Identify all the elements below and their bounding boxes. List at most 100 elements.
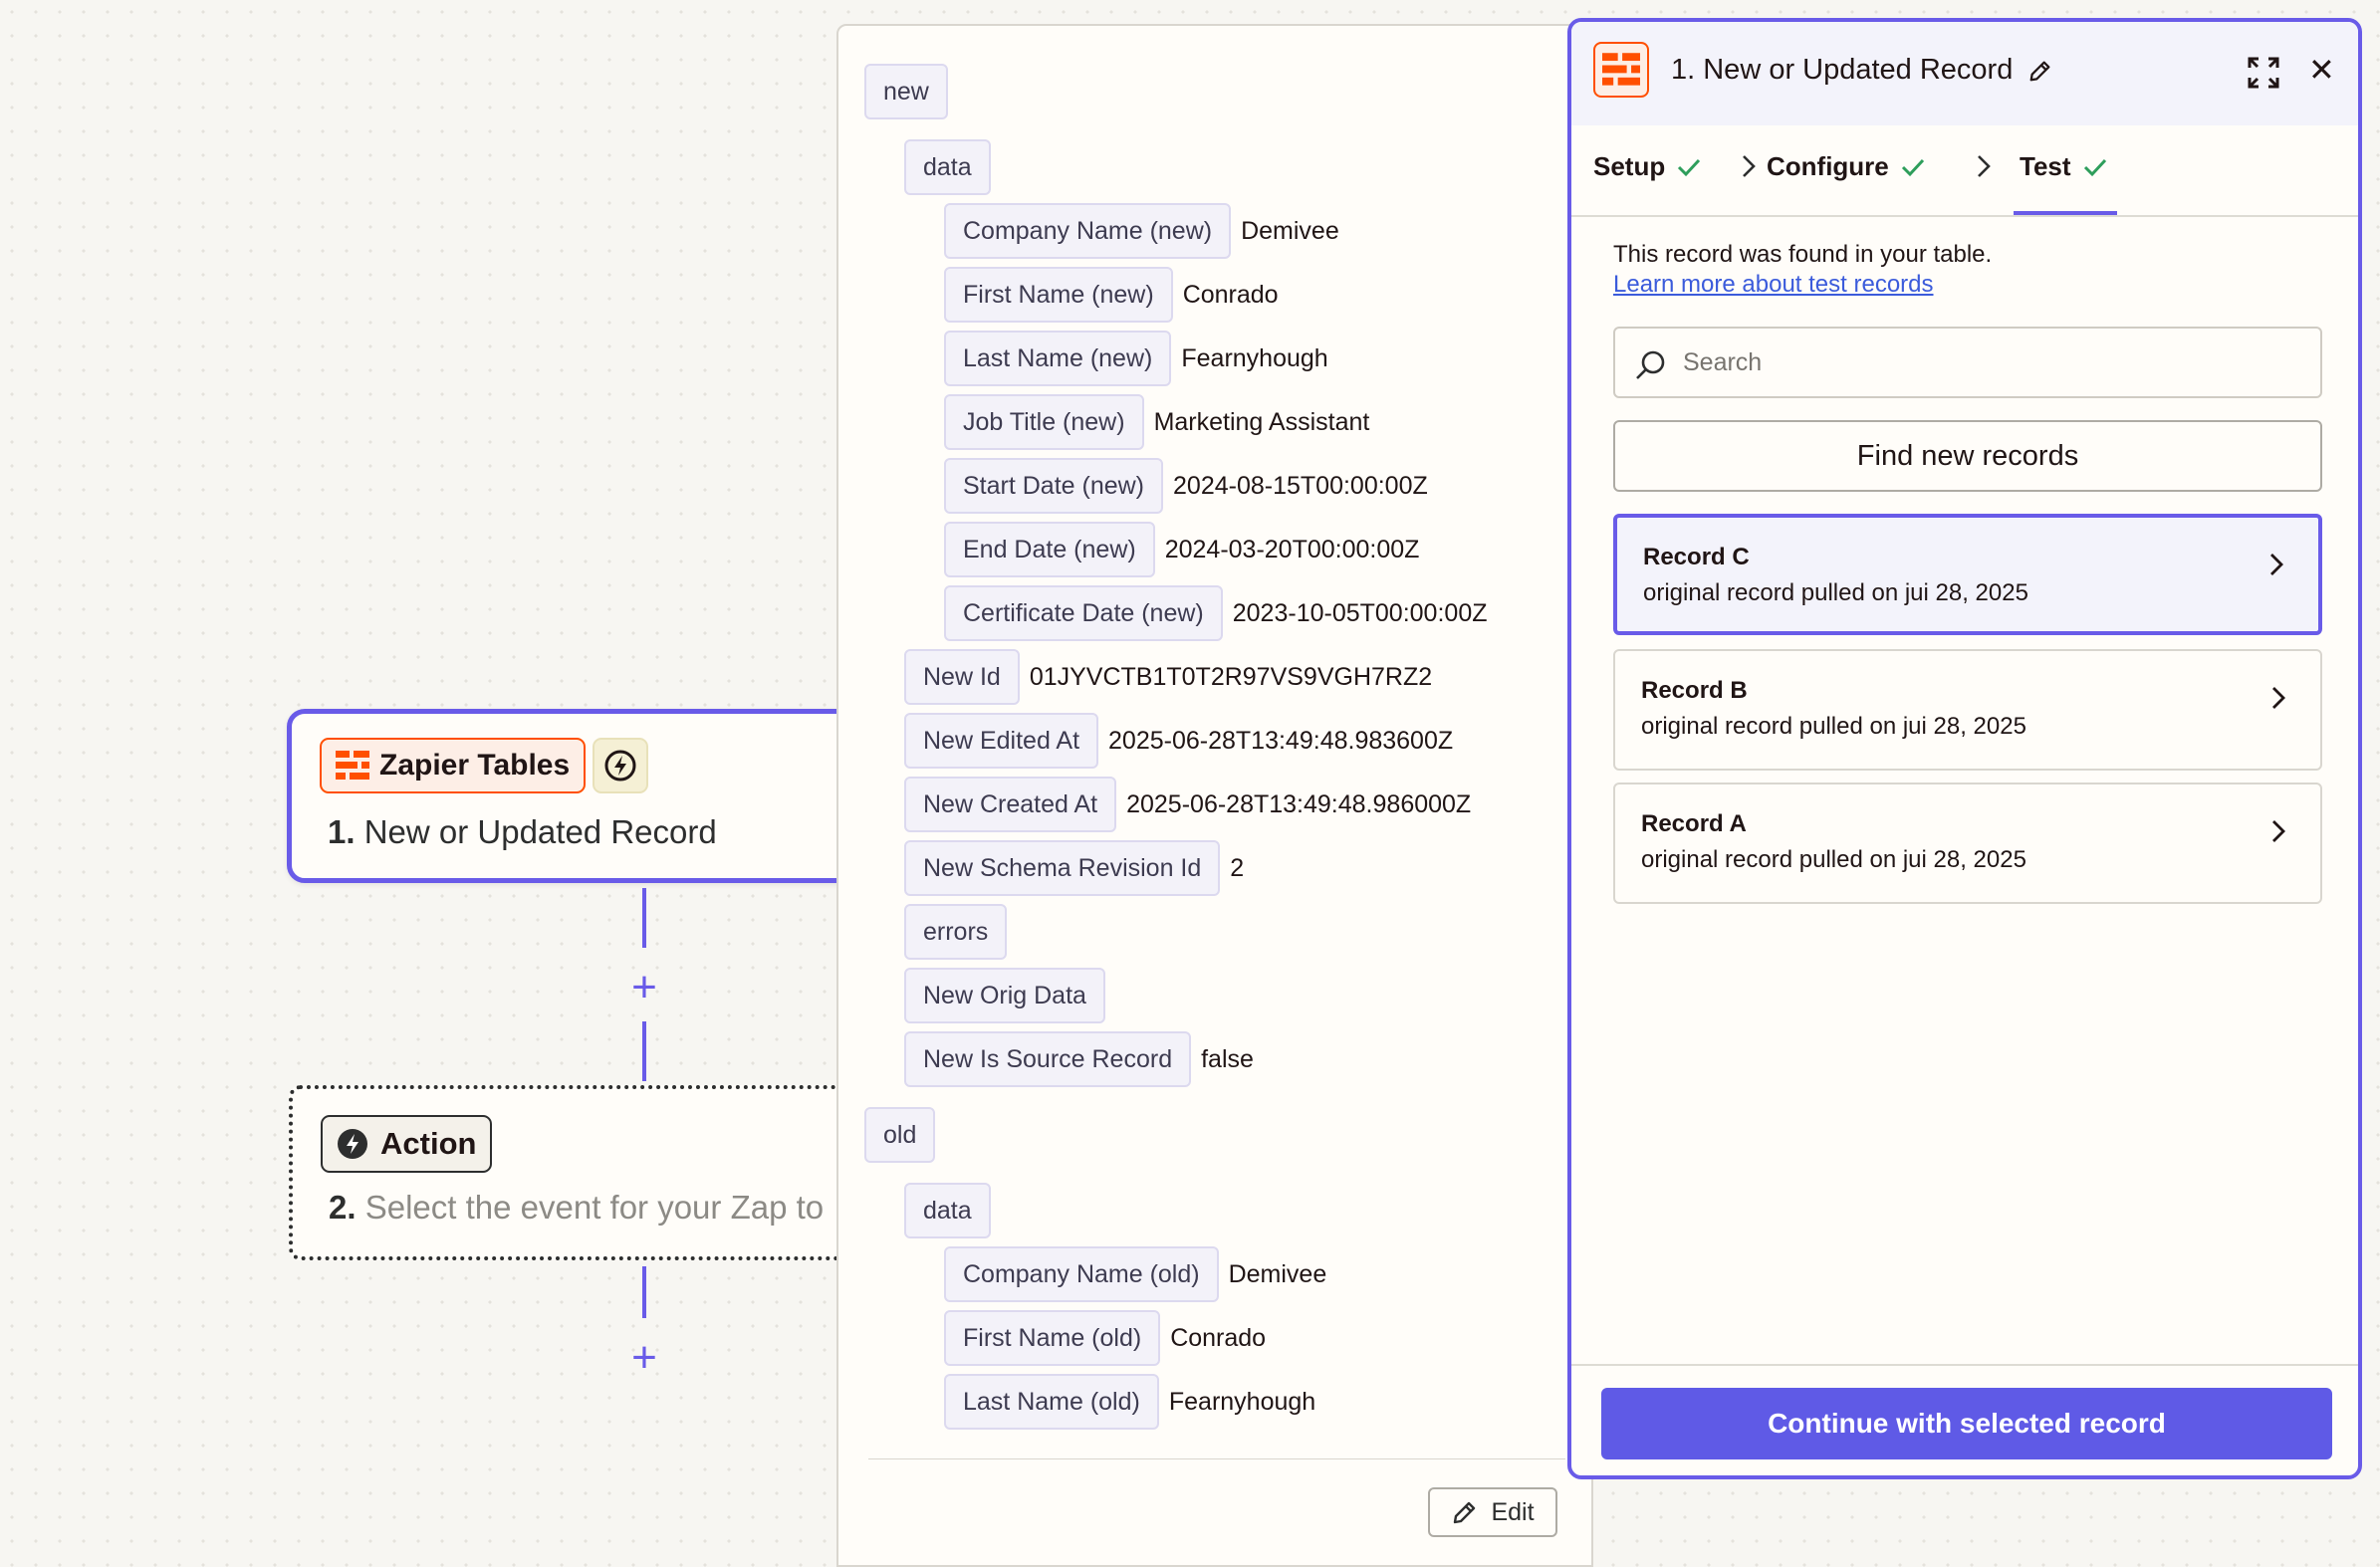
action-chip-label: Action xyxy=(380,1126,477,1161)
panel-header: 1. New or Updated Record ✕ xyxy=(1571,22,2358,125)
chevron-right-icon xyxy=(2272,820,2285,842)
find-new-records-button[interactable]: Find new records xyxy=(1613,420,2322,492)
field-value: Demivee xyxy=(1228,1259,1327,1288)
tab-setup[interactable]: Setup xyxy=(1593,151,1701,182)
tree-key: old xyxy=(864,1107,936,1163)
app-name: Zapier Tables xyxy=(379,749,571,782)
close-icon[interactable]: ✕ xyxy=(2308,54,2335,86)
zapier-tables-logo-icon xyxy=(336,751,369,780)
field-key: Company Name (new) xyxy=(944,203,1232,259)
record-name: Record C xyxy=(1643,544,1750,570)
tree-field[interactable]: Job Title (new) Marketing Assistant xyxy=(944,394,1369,450)
tree-node[interactable]: data xyxy=(904,139,991,195)
field-value: 2025-06-28T13:49:48.986000Z xyxy=(1126,789,1472,818)
action-chip: Action xyxy=(321,1115,493,1173)
tree-node[interactable]: old xyxy=(864,1107,936,1163)
tree-node[interactable]: new xyxy=(864,64,948,119)
tree-field[interactable]: New Edited At 2025-06-28T13:49:48.983600… xyxy=(904,713,1453,769)
search-field[interactable] xyxy=(1613,327,2322,398)
field-key: New Orig Data xyxy=(904,968,1105,1023)
tree-key: data xyxy=(904,139,991,195)
tree-field[interactable]: Certificate Date (new) 2023-10-05T00:00:… xyxy=(944,585,1488,641)
record-name: Record A xyxy=(1641,810,1747,837)
check-icon xyxy=(2083,158,2106,176)
field-value: Conrado xyxy=(1170,1323,1267,1352)
field-key: Start Date (new) xyxy=(944,458,1164,514)
field-key: Company Name (old) xyxy=(944,1246,1219,1302)
tab-label: Setup xyxy=(1593,151,1666,181)
field-key: First Name (old) xyxy=(944,1310,1161,1366)
field-value: Marketing Assistant xyxy=(1153,407,1370,436)
field-key: errors xyxy=(904,904,1008,960)
zapier-tables-logo-icon xyxy=(1602,53,1640,86)
plus-icon[interactable]: + xyxy=(624,1336,664,1380)
field-value: 2025-06-28T13:49:48.983600Z xyxy=(1108,726,1454,755)
field-value: Fearnyhough xyxy=(1181,343,1328,372)
record-subtitle: original record pulled on jui 28, 2025 xyxy=(1641,713,2026,740)
record-name: Record B xyxy=(1641,677,1748,704)
continue-button[interactable]: Continue with selected record xyxy=(1601,1388,2332,1459)
record-subtitle: original record pulled on jui 28, 2025 xyxy=(1641,846,2026,873)
tree-field[interactable]: First Name (old) Conrado xyxy=(944,1310,1266,1366)
tab-test[interactable]: Test xyxy=(2020,151,2107,182)
field-key: New Edited At xyxy=(904,713,1099,769)
connector-line xyxy=(642,1266,646,1318)
bolt-icon xyxy=(604,750,636,782)
active-tab-indicator xyxy=(2014,211,2117,215)
trigger-step-number: 1. xyxy=(328,813,356,850)
step-tabs: Setup Configure Test xyxy=(1571,125,2358,217)
tree-field[interactable]: New Is Source Record false xyxy=(904,1031,1254,1087)
connector-line xyxy=(642,1021,646,1081)
bolt-icon xyxy=(338,1129,367,1159)
field-key: First Name (new) xyxy=(944,267,1173,323)
tree-field[interactable]: Last Name (new) Fearnyhough xyxy=(944,331,1328,386)
app-chip: Zapier Tables xyxy=(320,738,587,793)
expand-icon[interactable] xyxy=(2247,56,2280,90)
tree-field[interactable]: First Name (new) Conrado xyxy=(944,267,1279,323)
field-key: Job Title (new) xyxy=(944,394,1144,450)
field-value: Conrado xyxy=(1182,280,1279,309)
edit-button[interactable]: Edit xyxy=(1428,1487,1557,1537)
trigger-step-title: 1. New or Updated Record xyxy=(328,813,717,851)
search-icon xyxy=(1636,350,1665,379)
record-data-tree: new data Company Name (new) Demivee Firs… xyxy=(838,26,1565,1459)
trigger-step-card[interactable]: Zapier Tables 1. New or Updated Record xyxy=(287,709,884,883)
tree-field[interactable]: Company Name (new) Demivee xyxy=(944,203,1339,259)
field-value: Demivee xyxy=(1241,216,1339,245)
tree-node[interactable]: errors xyxy=(904,904,1008,960)
tree-field[interactable]: Start Date (new) 2024-08-15T00:00:00Z xyxy=(944,458,1428,514)
panel-title: 1. New or Updated Record xyxy=(1671,54,2014,86)
action-step-name: Select the event for your Zap to xyxy=(364,1189,825,1226)
tree-field[interactable]: Company Name (old) Demivee xyxy=(944,1246,1326,1302)
learn-more-link[interactable]: Learn more about test records xyxy=(1613,271,1934,299)
record-item-c[interactable]: Record C original record pulled on jui 2… xyxy=(1613,514,2322,635)
field-value: 2 xyxy=(1230,853,1245,882)
plus-icon[interactable]: + xyxy=(624,966,664,1009)
tree-field[interactable]: New Id 01JYVCTB1T0T2R97VS9VGH7RZ2 xyxy=(904,649,1432,705)
record-item-b[interactable]: Record B original record pulled on jui 2… xyxy=(1613,649,2322,771)
field-key: End Date (new) xyxy=(944,522,1155,577)
tree-field[interactable]: Last Name (old) Fearnyhough xyxy=(944,1374,1315,1430)
field-value: Fearnyhough xyxy=(1168,1387,1316,1416)
tab-label: Configure xyxy=(1767,151,1889,181)
field-key: New Created At xyxy=(904,777,1117,832)
record-item-a[interactable]: Record A original record pulled on jui 2… xyxy=(1613,783,2322,904)
search-input[interactable] xyxy=(1681,342,2298,382)
tree-field[interactable]: End Date (new) 2024-03-20T00:00:00Z xyxy=(944,522,1419,577)
field-key: Certificate Date (new) xyxy=(944,585,1223,641)
tree-field[interactable]: New Schema Revision Id 2 xyxy=(904,840,1244,896)
tree-node[interactable]: data xyxy=(904,1183,991,1238)
tree-field[interactable]: New Created At 2025-06-28T13:49:48.98600… xyxy=(904,777,1471,832)
check-icon xyxy=(1901,158,1924,176)
pencil-icon[interactable] xyxy=(2027,58,2053,84)
edit-button-label: Edit xyxy=(1491,1497,1535,1526)
chevron-right-icon xyxy=(1741,153,1757,186)
tree-node[interactable]: New Orig Data xyxy=(904,968,1105,1023)
field-key: New Schema Revision Id xyxy=(904,840,1221,896)
field-key: Last Name (new) xyxy=(944,331,1172,386)
field-value: 01JYVCTB1T0T2R97VS9VGH7RZ2 xyxy=(1029,662,1433,691)
action-step-card[interactable]: Action 2. Select the event for your Zap … xyxy=(289,1085,886,1260)
tab-configure[interactable]: Configure xyxy=(1767,151,1925,182)
tree-key: new xyxy=(864,64,948,119)
trigger-step-name: New or Updated Record xyxy=(363,813,717,850)
